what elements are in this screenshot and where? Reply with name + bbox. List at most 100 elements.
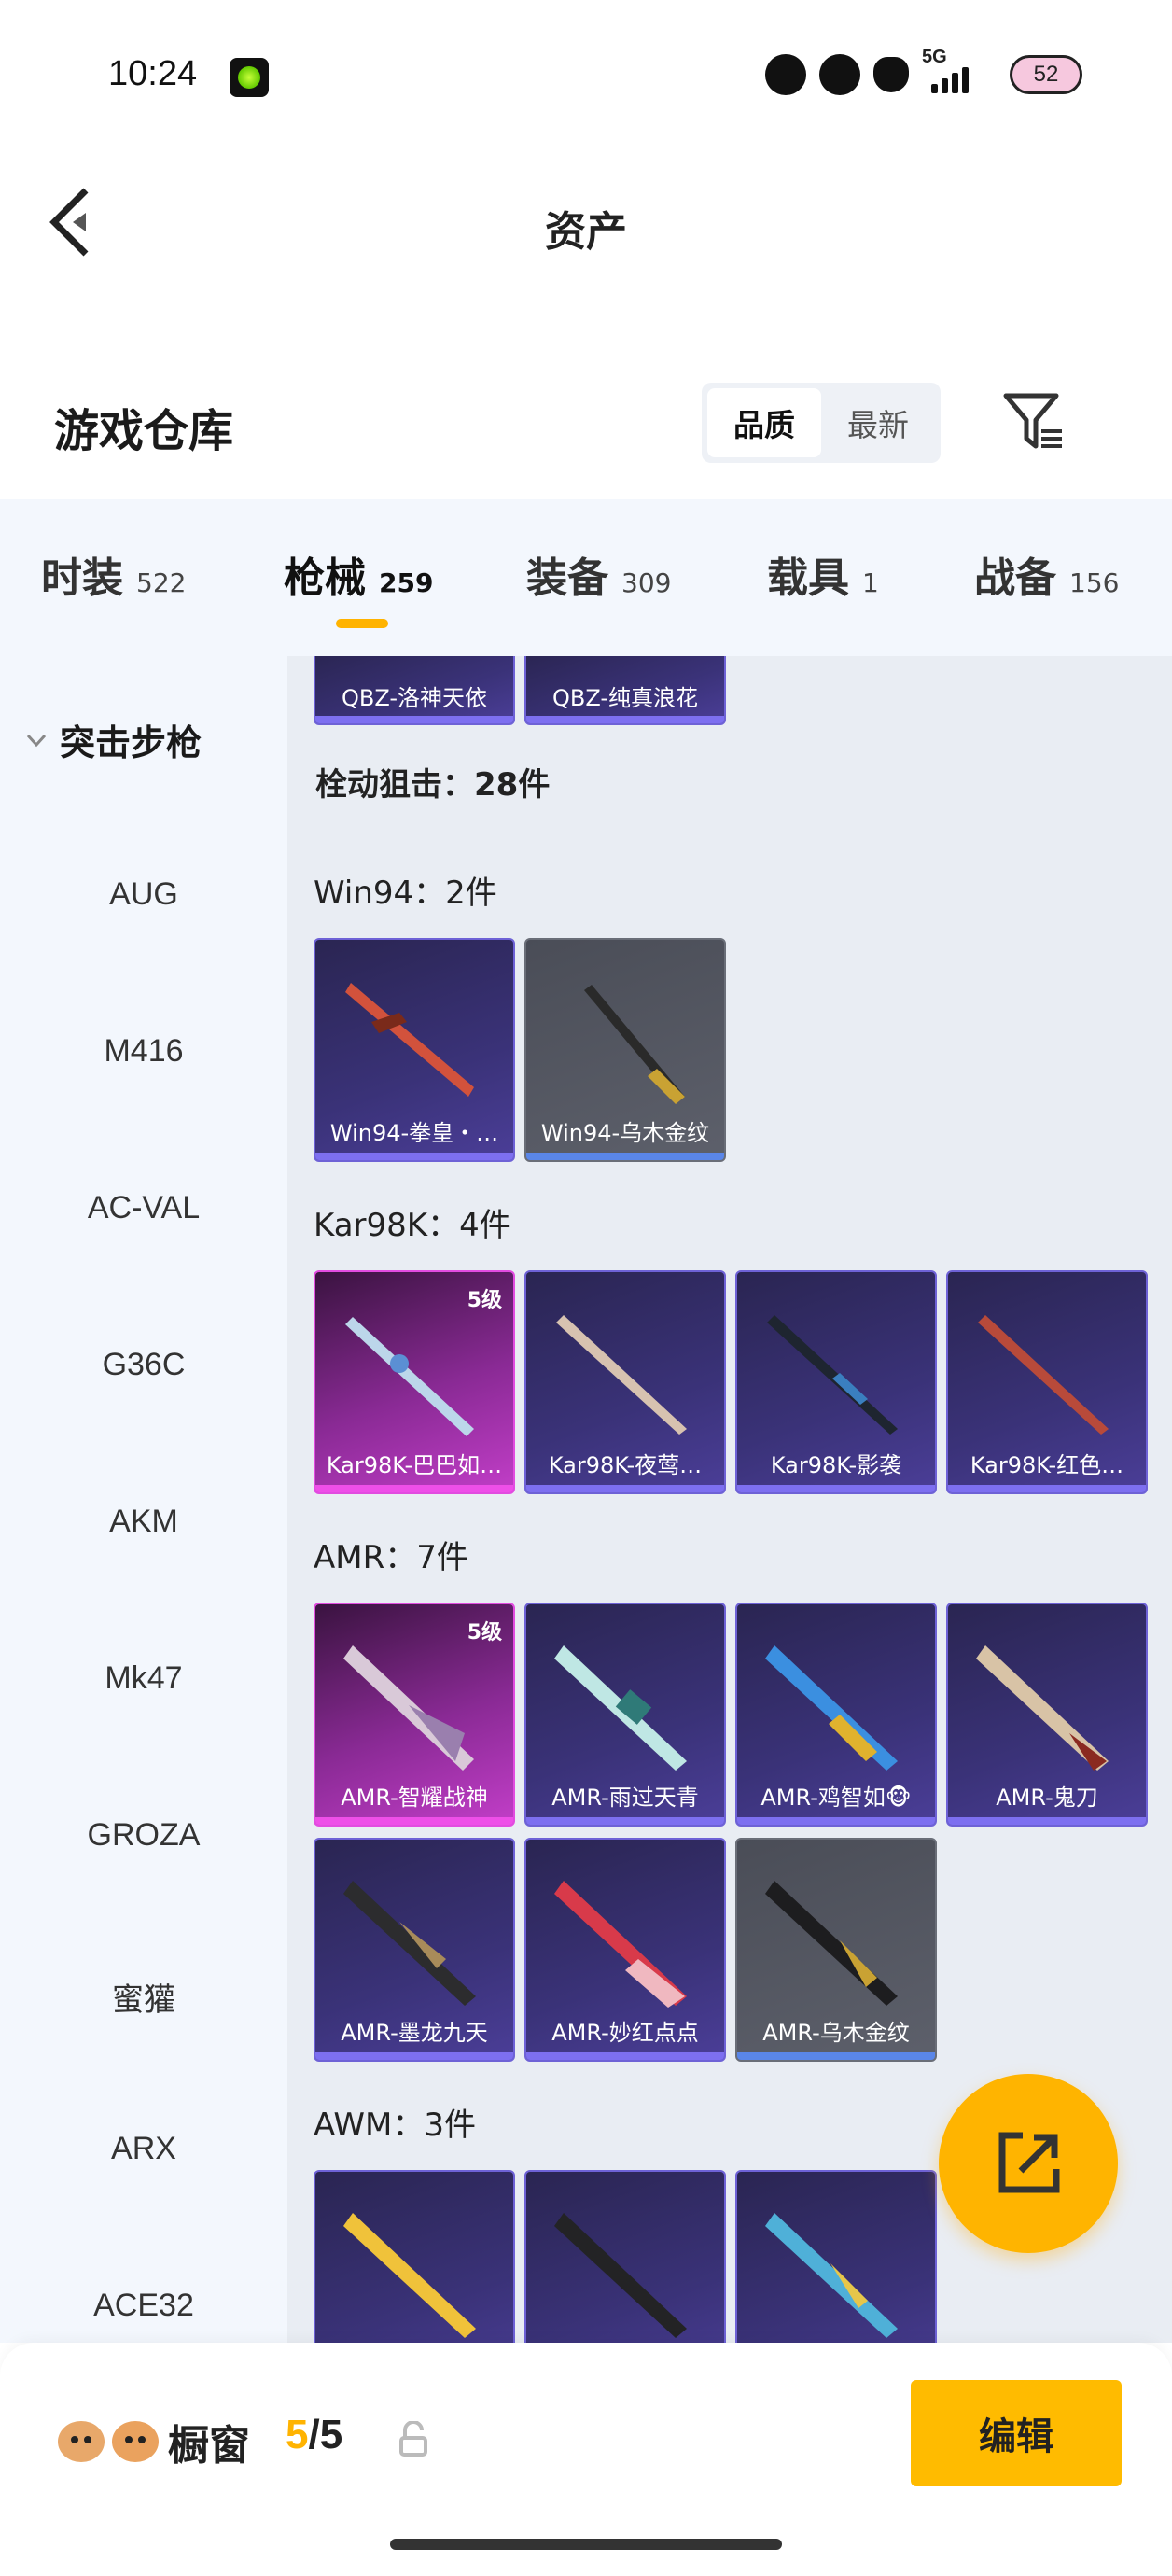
warehouse-header: 游戏仓库 品质 最新: [0, 355, 1172, 499]
app-icon-1: [765, 54, 806, 95]
sort-toggle: 品质 最新: [702, 383, 941, 463]
share-icon: [998, 2132, 1060, 2193]
skin-card-label: AMR-墨龙九天: [341, 2020, 488, 2046]
signal-icon: 5G: [922, 47, 997, 97]
skin-card-label: AMR-智耀战神: [341, 1785, 488, 1811]
skin-card-label: AMR-妙红点点: [551, 2020, 699, 2046]
skin-card[interactable]: 5级 AMR-智耀战神: [314, 1603, 515, 1827]
sidebar-item-akm[interactable]: AKM: [0, 1504, 287, 1540]
sidebar-item-ac-val[interactable]: AC-VAL: [0, 1190, 287, 1226]
skin-card[interactable]: [524, 2170, 726, 2343]
unlock-icon[interactable]: [398, 2421, 429, 2458]
showcase-count: 5/5: [286, 2412, 343, 2457]
sidebar-item-ace32[interactable]: ACE32: [0, 2288, 287, 2324]
edit-button[interactable]: 编辑: [911, 2380, 1122, 2486]
skin-card-label: Kar98K-夜莺…: [548, 1452, 703, 1478]
skin-card[interactable]: Kar98K-红色…: [946, 1270, 1148, 1494]
skin-card[interactable]: QBZ-洛神天依: [314, 656, 515, 725]
rifle-icon: [343, 1645, 474, 1771]
status-bar: 10:24 5G 52: [0, 0, 1172, 140]
rifle-icon: [978, 1315, 1109, 1435]
sort-quality-button[interactable]: 品质: [707, 388, 821, 457]
sidebar-item-honey-badger[interactable]: 蜜獾: [0, 1974, 287, 2020]
skin-card[interactable]: Kar98K-夜莺…: [524, 1270, 726, 1494]
filter-button[interactable]: [1000, 388, 1067, 455]
skin-card[interactable]: [735, 2170, 937, 2343]
paw-icon: [873, 57, 909, 92]
skin-card[interactable]: AMR-墨龙九天: [314, 1838, 515, 2062]
sidebar-item-m416[interactable]: M416: [0, 1033, 287, 1070]
skin-card[interactable]: 5级 Kar98K-巴巴如…: [314, 1270, 515, 1494]
sidebar-item-g36c[interactable]: G36C: [0, 1347, 287, 1383]
skin-card-label: Kar98K-红色…: [970, 1452, 1124, 1478]
skin-card-label: Kar98K-巴巴如…: [326, 1452, 503, 1478]
paw-emoji-icon: [112, 2421, 159, 2462]
rifle-icon: [343, 1881, 476, 2006]
rifle-icon: [976, 1645, 1109, 1771]
status-time: 10:24: [108, 54, 198, 93]
skin-card-label: QBZ-洛神天依: [341, 685, 488, 711]
group-title-kar98k: Kar98K：4件: [314, 1207, 511, 1244]
skin-card-label: AMR-鸡智如🐵: [760, 1785, 912, 1811]
sidebar-item-groza[interactable]: GROZA: [0, 1817, 287, 1854]
rifle-icon: [343, 2213, 476, 2338]
section-title: 栓动狙击：28件: [315, 766, 551, 804]
skin-card[interactable]: AMR-鬼刀: [946, 1603, 1148, 1827]
bottom-bar: 橱窗 5/5 编辑: [0, 2343, 1172, 2576]
rifle-icon: [767, 1315, 898, 1435]
share-button[interactable]: [939, 2074, 1118, 2253]
skin-card[interactable]: AMR-乌木金纹: [735, 1838, 937, 2062]
group-title-awm: AWM：3件: [314, 2107, 476, 2144]
app-notification-icon: [230, 58, 269, 97]
skin-card-label: Win94-拳皇・…: [329, 1120, 499, 1146]
top-nav: 资产: [0, 140, 1172, 308]
sidebar-category-label: 突击步枪: [60, 722, 202, 763]
sidebar-item-aug[interactable]: AUG: [0, 876, 287, 913]
sidebar-item-mk47[interactable]: Mk47: [0, 1660, 287, 1697]
rifle-icon: [765, 2213, 898, 2338]
rifle-icon: [554, 2213, 687, 2338]
tab-equipment[interactable]: 装备 309: [526, 544, 671, 604]
category-tabs: 时装 522 枪械 259 装备 309 载具 1 战备 156: [0, 499, 1172, 656]
rifle-icon: [556, 1315, 687, 1435]
home-indicator: [390, 2539, 782, 2550]
network-type: 5G: [922, 47, 947, 67]
bear-emoji-icon: [58, 2421, 105, 2462]
bear-icon: [819, 54, 860, 95]
filter-icon: [1003, 393, 1062, 449]
skin-card[interactable]: Win94-乌木金纹: [524, 938, 726, 1162]
rifle-icon: [765, 1645, 898, 1771]
showcase-label: 橱窗: [168, 2422, 250, 2470]
rifle-icon: [345, 983, 474, 1097]
active-tab-indicator: [336, 619, 388, 628]
sidebar-item-arx[interactable]: ARX: [0, 2131, 287, 2167]
tab-supplies[interactable]: 战备 156: [974, 544, 1119, 604]
tab-guns[interactable]: 枪械 259: [284, 544, 433, 604]
skin-card[interactable]: QBZ-纯真浪花: [524, 656, 726, 725]
skin-card[interactable]: AMR-雨过天青: [524, 1603, 726, 1827]
skin-card-label: Win94-乌木金纹: [540, 1120, 710, 1146]
skin-card-label: Kar98K-影袭: [770, 1452, 902, 1478]
sort-latest-button[interactable]: 最新: [821, 388, 935, 457]
skin-card[interactable]: AMR-妙红点点: [524, 1838, 726, 2062]
skin-card[interactable]: AMR-鸡智如🐵: [735, 1603, 937, 1827]
battery-indicator: 52: [1010, 55, 1082, 94]
group-title-win94: Win94：2件: [314, 875, 497, 912]
rifle-icon: [765, 1881, 898, 2006]
rifle-icon: [584, 985, 685, 1104]
warehouse-title: 游戏仓库: [54, 405, 234, 457]
chevron-down-icon: [26, 734, 47, 747]
weapon-sidebar: 突击步枪 AUG M416 AC-VAL G36C AKM Mk47 GROZA…: [0, 656, 287, 2343]
skin-card[interactable]: [314, 2170, 515, 2343]
tab-vehicles[interactable]: 载具 1: [767, 544, 879, 604]
status-icons: 5G 52: [765, 47, 1082, 97]
skin-card[interactable]: Win94-拳皇・…: [314, 938, 515, 1162]
skin-card-label: AMR-乌木金纹: [762, 2020, 910, 2046]
skin-card[interactable]: Kar98K-影袭: [735, 1270, 937, 1494]
sidebar-category[interactable]: 突击步枪: [24, 714, 202, 765]
rifle-icon: [345, 1317, 474, 1436]
rifle-icon: [554, 1645, 687, 1771]
skin-card-label: QBZ-纯真浪花: [551, 685, 699, 711]
page-title: 资产: [545, 208, 627, 256]
tab-fashion[interactable]: 时装 522: [41, 544, 186, 604]
